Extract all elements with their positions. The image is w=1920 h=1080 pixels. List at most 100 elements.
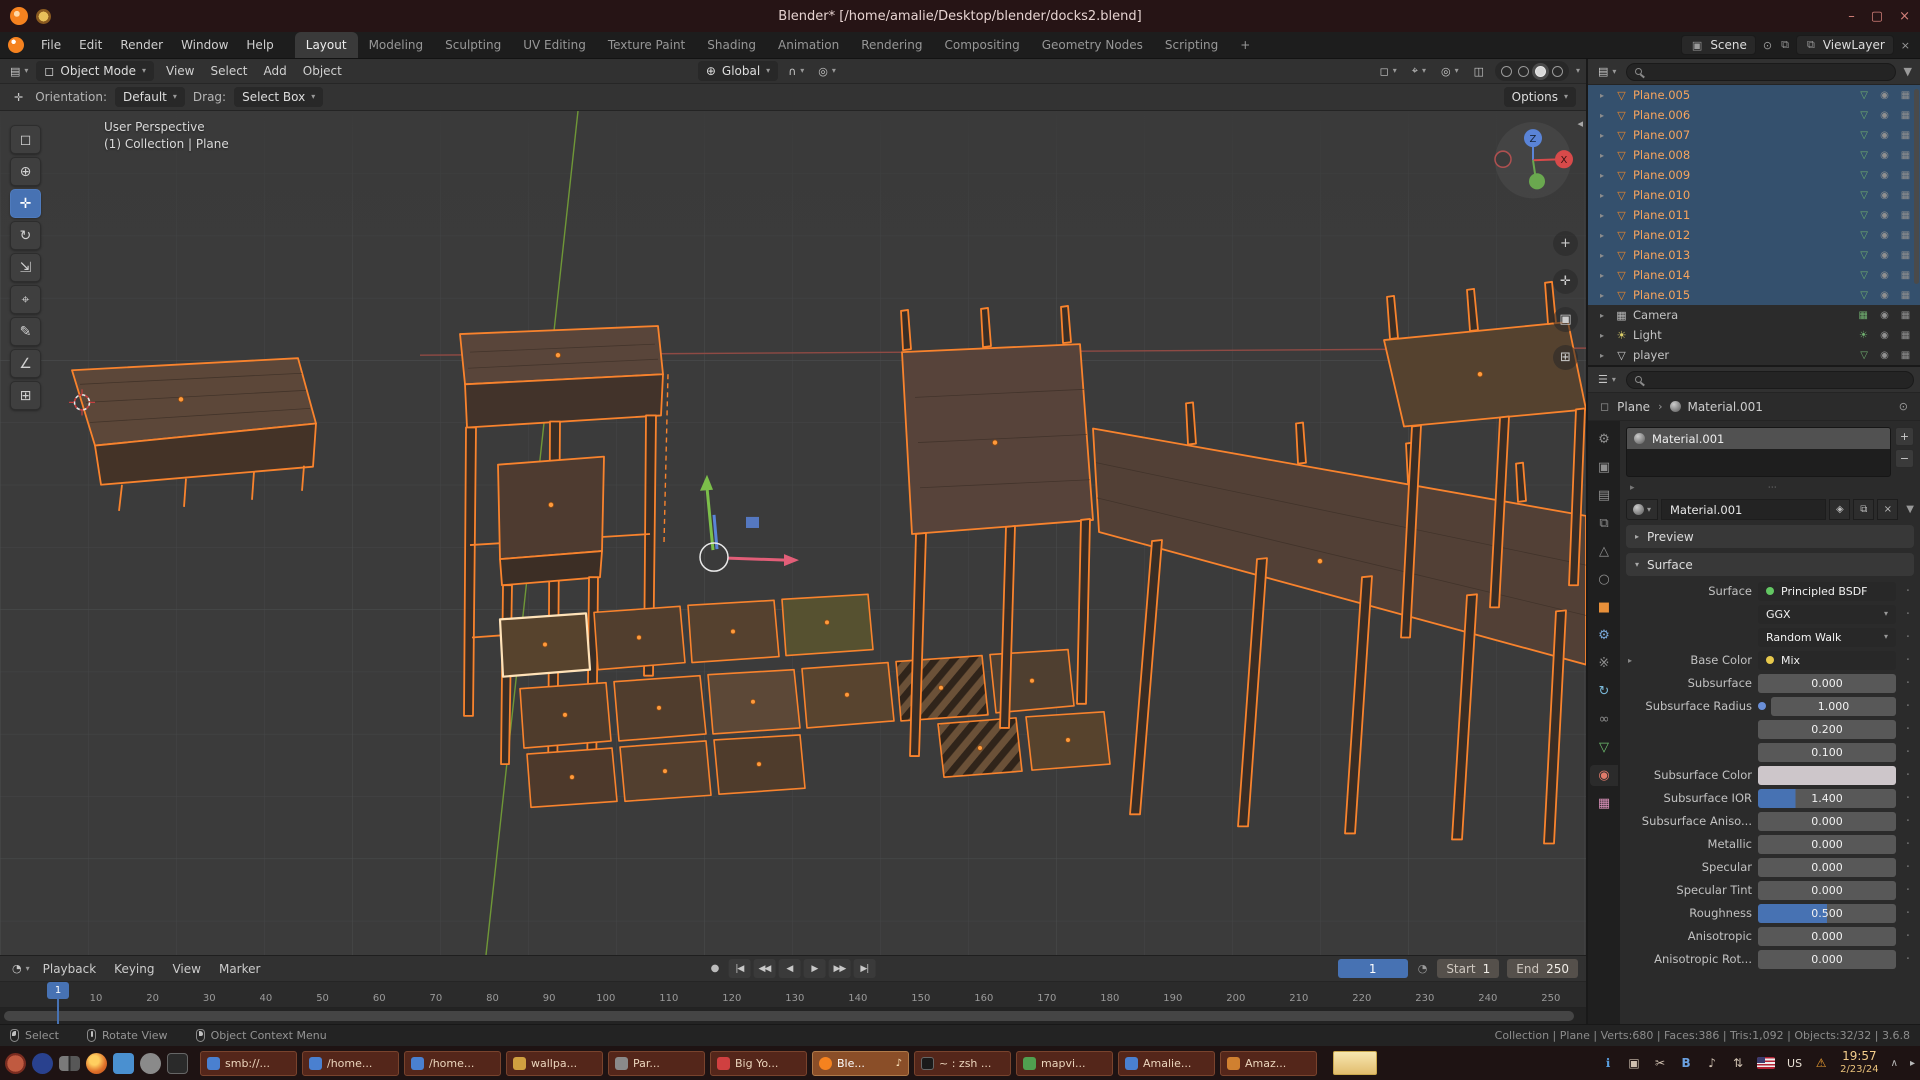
hide-viewport-icon[interactable]: ◉ <box>1876 150 1893 161</box>
timeline-ruler[interactable]: 1020304050607080901001101201301401501601… <box>0 982 1586 1008</box>
viewport-menu[interactable]: View <box>158 64 202 78</box>
keyboard-layout-label[interactable]: US <box>1787 1057 1802 1070</box>
tab-view-layer[interactable]: ⧉ <box>1590 513 1618 534</box>
shading-solid-button[interactable] <box>1518 66 1529 77</box>
topbar-menu[interactable]: File <box>32 32 70 58</box>
window-preview-thumbnail[interactable] <box>1333 1051 1377 1075</box>
updates-tray-icon[interactable]: ⚠ <box>1814 1056 1828 1070</box>
next-keyframe-button[interactable]: ▶▶ <box>828 959 850 978</box>
tab-texture[interactable]: ▦ <box>1590 793 1618 814</box>
decorator-dot[interactable] <box>1902 676 1914 691</box>
maximize-button[interactable]: ▢ <box>1871 9 1883 24</box>
material-slot-row[interactable]: Material.001 <box>1627 428 1890 449</box>
launcher-menu-icon[interactable] <box>5 1053 26 1074</box>
disable-render-icon[interactable]: ▦ <box>1897 230 1914 241</box>
anisotropic-rotation-slider[interactable]: 0.000 <box>1758 950 1896 969</box>
disable-render-icon[interactable]: ▦ <box>1897 250 1914 261</box>
fake-user-button[interactable]: ◈ <box>1829 499 1850 520</box>
timeline-menu[interactable]: Playback <box>34 962 106 976</box>
decorator-dot[interactable] <box>1902 883 1914 898</box>
task-button[interactable]: /home... <box>302 1051 399 1076</box>
topbar-menu[interactable]: Window <box>172 32 237 58</box>
viewport-menu[interactable]: Add <box>256 64 295 78</box>
hide-viewport-icon[interactable]: ◉ <box>1876 170 1893 181</box>
tab-particles[interactable]: ※ <box>1590 653 1618 674</box>
anisotropic-slider[interactable]: 0.000 <box>1758 927 1896 946</box>
decorator-dot[interactable] <box>1902 745 1914 760</box>
workspace-tab[interactable]: Geometry Nodes <box>1031 32 1154 58</box>
subsurface-slider[interactable]: 0.000 <box>1758 674 1896 693</box>
scissors-tray-icon[interactable]: ✂ <box>1653 1056 1667 1070</box>
launcher-fedora-icon[interactable] <box>32 1053 53 1074</box>
shading-rendered-button[interactable] <box>1552 66 1563 77</box>
tool-select-box[interactable]: ◻ <box>10 125 41 154</box>
expand-icon[interactable]: ▸ <box>1600 351 1610 360</box>
filter-icon[interactable]: ▼ <box>1906 504 1914 515</box>
pan-icon[interactable]: ✛ <box>1553 269 1578 294</box>
sidebar-collapse-arrow[interactable]: ◂ <box>1577 117 1583 130</box>
outliner-row[interactable]: ▸ ▽ Plane.015 ▽ ◉ ▦ <box>1588 285 1920 305</box>
subsurface-ior-slider[interactable]: 1.400 <box>1758 789 1896 808</box>
task-button[interactable]: Amalie... <box>1118 1051 1215 1076</box>
task-button[interactable]: /home... <box>404 1051 501 1076</box>
orientation-dropdown[interactable]: Default ▾ <box>115 87 185 107</box>
timeline-scrollbar[interactable] <box>0 1008 1586 1024</box>
snap-dropdown[interactable]: ∩▾ <box>784 61 808 81</box>
unpin-scene-icon[interactable]: ⊙ <box>1761 39 1774 52</box>
metallic-slider[interactable]: 0.000 <box>1758 835 1896 854</box>
shading-options-icon[interactable]: ▾ <box>1576 67 1580 75</box>
outliner-editor-type-button[interactable]: ▤▾ <box>1594 62 1620 82</box>
outliner-row[interactable]: ▸ ☀ Light ☀ ◉ ▦ <box>1588 325 1920 345</box>
decorator-dot[interactable] <box>1902 722 1914 737</box>
outliner-row[interactable]: ▸ ▦ Camera ▦ ◉ ▦ <box>1588 305 1920 325</box>
roughness-slider[interactable]: 0.500 <box>1758 904 1896 923</box>
ortho-toggle-icon[interactable]: ⊞ <box>1553 345 1578 370</box>
task-button[interactable]: smb://... <box>200 1051 297 1076</box>
expand-icon[interactable]: ▸ <box>1600 211 1610 220</box>
decorator-dot[interactable] <box>1902 791 1914 806</box>
blender-menu-icon[interactable] <box>8 37 24 53</box>
tool-annotate[interactable]: ✎ <box>10 317 41 346</box>
outliner-row[interactable]: ▸ ▽ Plane.005 ▽ ◉ ▦ <box>1588 85 1920 105</box>
disable-render-icon[interactable]: ▦ <box>1897 150 1914 161</box>
material-slot-list[interactable]: Material.001 <box>1626 427 1891 477</box>
expand-icon[interactable]: ▸ <box>1600 191 1610 200</box>
panel-hide-icon[interactable]: ▸ <box>1910 1058 1915 1069</box>
disable-render-icon[interactable]: ▦ <box>1897 350 1914 361</box>
expand-icon[interactable]: ▸ <box>1628 656 1632 665</box>
decorator-dot[interactable] <box>1902 607 1914 622</box>
surface-panel-header[interactable]: ▾ Surface <box>1626 553 1914 576</box>
browse-material-button[interactable]: ▾ <box>1626 499 1658 520</box>
keyboard-flag-icon[interactable] <box>1757 1057 1775 1069</box>
workspace-tab[interactable]: Modeling <box>358 32 435 58</box>
decorator-dot[interactable] <box>1902 630 1914 645</box>
outliner-scrollbar[interactable] <box>1914 89 1919 284</box>
breadcrumb-material[interactable]: Material.001 <box>1687 400 1762 414</box>
new-material-button[interactable]: ⧉ <box>1853 499 1874 520</box>
expand-icon[interactable]: ▸ <box>1600 271 1610 280</box>
disable-render-icon[interactable]: ▦ <box>1897 330 1914 341</box>
topbar-menu[interactable]: Edit <box>70 32 111 58</box>
disable-render-icon[interactable]: ▦ <box>1897 90 1914 101</box>
expand-icon[interactable]: ▸ <box>1600 251 1610 260</box>
preview-panel-header[interactable]: ▸ Preview <box>1626 525 1914 548</box>
outliner-row[interactable]: ▸ ▽ Plane.009 ▽ ◉ ▦ <box>1588 165 1920 185</box>
gizmos-dropdown[interactable]: ⌖▾ <box>1408 61 1430 81</box>
outliner-row[interactable]: ▸ ▽ Plane.013 ▽ ◉ ▦ <box>1588 245 1920 265</box>
subsurface-method-dropdown[interactable]: Random Walk ▾ <box>1758 628 1896 647</box>
playhead[interactable]: 1 <box>47 982 69 1024</box>
expand-icon[interactable]: ▸ <box>1600 111 1610 120</box>
tool-cursor[interactable]: ⊕ <box>10 157 41 186</box>
workspace-tab[interactable]: Scripting <box>1154 32 1229 58</box>
expand-icon[interactable]: ▸ <box>1600 291 1610 300</box>
info-tray-icon[interactable]: ℹ <box>1601 1056 1615 1070</box>
expand-icon[interactable]: ▸ <box>1600 151 1610 160</box>
network-tray-icon[interactable]: ⇅ <box>1731 1056 1745 1070</box>
tab-output[interactable]: ▤ <box>1590 485 1618 506</box>
hide-viewport-icon[interactable]: ◉ <box>1876 290 1893 301</box>
tab-object[interactable]: ■ <box>1590 597 1618 618</box>
tab-physics[interactable]: ↻ <box>1590 681 1618 702</box>
play-reverse-button[interactable]: ◀ <box>778 959 800 978</box>
tab-world[interactable]: ○ <box>1590 569 1618 590</box>
tab-modifiers[interactable]: ⚙ <box>1590 625 1618 646</box>
